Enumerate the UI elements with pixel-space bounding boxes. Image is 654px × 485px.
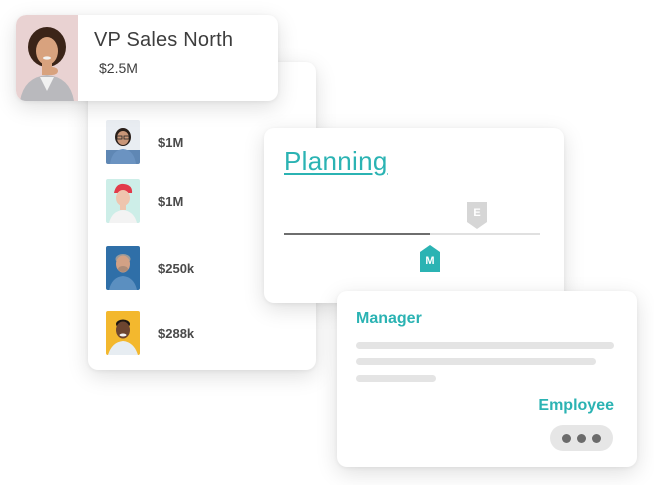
man-grey-hair-avatar: [106, 246, 140, 290]
dot: [562, 433, 571, 443]
dot: [577, 433, 586, 443]
list-item-value: $1M: [158, 193, 184, 209]
planning-track-fill: [284, 233, 430, 235]
manager-marker-icon[interactable]: M: [420, 245, 440, 272]
review-card: Manager Employee: [337, 291, 637, 467]
manager-label: Manager: [356, 310, 422, 327]
vp-text: VP Sales North $2.5M: [78, 15, 233, 101]
list-item[interactable]: $1M: [106, 179, 183, 223]
list-item-value: $250k: [158, 260, 195, 276]
employee-label: Employee: [538, 397, 614, 414]
list-item[interactable]: $250k: [106, 246, 194, 290]
placeholder-line: [356, 342, 614, 349]
planning-card: Planning E M: [264, 128, 564, 303]
woman-glasses-avatar: [106, 120, 140, 164]
list-item-value: $1M: [158, 134, 184, 150]
planning-title[interactable]: Planning: [284, 146, 388, 177]
more-dots-icon[interactable]: [550, 425, 613, 451]
vp-amount: $2.5M: [99, 60, 138, 76]
list-item[interactable]: $288k: [106, 311, 194, 355]
woman-red-hair-avatar: [106, 179, 140, 223]
man-yellow-background-avatar: [106, 311, 140, 355]
vp-title: VP Sales North: [94, 29, 234, 51]
dot: [592, 433, 601, 443]
vp-avatar: [16, 15, 78, 101]
placeholder-line: [356, 358, 596, 365]
placeholder-line: [356, 375, 436, 382]
list-item-value: $288k: [158, 325, 195, 341]
employee-marker-icon[interactable]: E: [467, 202, 487, 229]
list-item[interactable]: $1M: [106, 120, 183, 164]
employee-marker-label: E: [473, 207, 481, 219]
manager-marker-label: M: [425, 255, 435, 267]
vp-card[interactable]: VP Sales North $2.5M: [16, 15, 278, 101]
